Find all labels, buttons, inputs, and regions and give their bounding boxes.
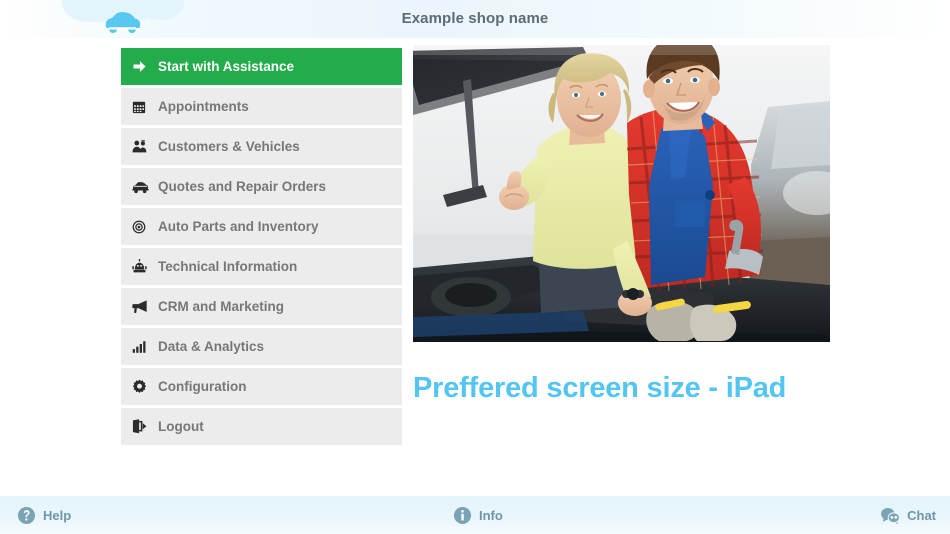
page-title: Example shop name — [401, 10, 549, 27]
content-area: Start with Assistance Appointments Custo… — [0, 38, 950, 496]
disc-icon — [132, 218, 154, 236]
sidebar-item-label: Customers & Vehicles — [158, 139, 300, 154]
help-button[interactable]: Help — [16, 496, 71, 534]
sidebar-item-label: CRM and Marketing — [158, 299, 285, 314]
calendar-icon — [132, 98, 154, 116]
sidebar-item-label: Quotes and Repair Orders — [158, 179, 327, 194]
sign-out-icon — [132, 418, 154, 436]
gear-icon — [132, 378, 154, 396]
bar-chart-icon — [132, 338, 154, 356]
tagline-text: Preffered screen size - iPad — [413, 372, 787, 404]
sidebar-item-appointments[interactable]: Appointments — [121, 88, 402, 125]
info-button[interactable]: Info — [452, 496, 503, 534]
car-side-icon — [132, 178, 154, 196]
bullhorn-icon — [132, 298, 154, 316]
sidebar-item-technical-information[interactable]: Technical Information — [121, 248, 402, 285]
chat-bubbles-icon — [880, 505, 901, 525]
sidebar-item-label: Logout — [158, 419, 204, 434]
users-icon — [132, 138, 154, 156]
sidebar-item-auto-parts-and-inventory[interactable]: Auto Parts and Inventory — [121, 208, 402, 245]
sidebar-item-configuration[interactable]: Configuration — [121, 368, 402, 405]
main-panel: Preffered screen size - iPad — [413, 45, 830, 405]
sidebar-item-data-and-analytics[interactable]: Data & Analytics — [121, 328, 402, 365]
info-circle-icon — [452, 505, 472, 525]
sidebar-menu: Start with Assistance Appointments Custo… — [121, 48, 402, 448]
chat-label: Chat — [907, 507, 936, 523]
sidebar-item-start-with-assistance[interactable]: Start with Assistance — [121, 48, 402, 85]
robot-icon — [132, 258, 154, 276]
sidebar-item-label: Data & Analytics — [158, 339, 265, 354]
mechanic-and-customer-photo — [413, 45, 830, 342]
app-root: Example shop name Start with Assistance — [0, 0, 950, 534]
sidebar-item-label: Start with Assistance — [158, 59, 295, 74]
sidebar-item-label: Configuration — [158, 379, 247, 394]
sidebar-item-label: Technical Information — [158, 259, 298, 274]
chat-button[interactable]: Chat — [880, 496, 936, 534]
hero-photo — [413, 45, 830, 342]
question-circle-icon — [16, 505, 36, 525]
app-footer: Help Info Chat — [0, 496, 950, 534]
sidebar-item-label: Auto Parts and Inventory — [158, 219, 319, 234]
sidebar-item-customers-and-vehicles[interactable]: Customers & Vehicles — [121, 128, 402, 165]
arrow-right-icon — [132, 58, 154, 76]
help-label: Help — [43, 507, 72, 523]
sidebar-item-crm-and-marketing[interactable]: CRM and Marketing — [121, 288, 402, 325]
info-label: Info — [479, 507, 503, 523]
app-header: Example shop name — [0, 0, 950, 38]
sidebar-item-logout[interactable]: Logout — [121, 408, 402, 445]
sidebar-item-label: Appointments — [158, 99, 249, 114]
sidebar-item-quotes-and-repair-orders[interactable]: Quotes and Repair Orders — [121, 168, 402, 205]
